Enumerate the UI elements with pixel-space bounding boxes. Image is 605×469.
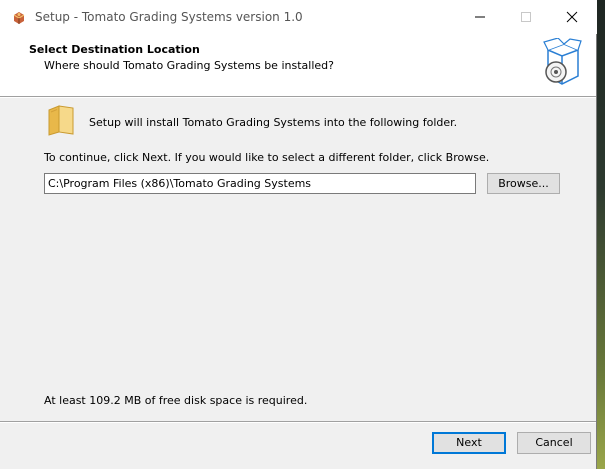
folder-icon — [47, 104, 75, 136]
next-button[interactable]: Next — [432, 432, 506, 454]
minimize-icon — [475, 16, 485, 18]
maximize-button[interactable] — [504, 0, 550, 34]
title-bar[interactable]: Setup - Tomato Grading Systems version 1… — [0, 0, 597, 34]
instruction-text: To continue, click Next. If you would li… — [44, 151, 490, 164]
browse-button[interactable]: Browse... — [487, 173, 560, 194]
setup-window: Setup - Tomato Grading Systems version 1… — [0, 0, 597, 469]
software-box-disc-icon — [542, 37, 582, 88]
disk-space-text: At least 109.2 MB of free disk space is … — [44, 394, 308, 407]
install-path-input[interactable]: C:\Program Files (x86)\Tomato Grading Sy… — [44, 173, 476, 194]
minimize-button[interactable] — [458, 0, 504, 34]
close-icon — [566, 11, 578, 23]
window-title: Setup - Tomato Grading Systems version 1… — [35, 10, 303, 24]
page-title: Select Destination Location — [29, 43, 200, 56]
wizard-header: Select Destination Location Where should… — [0, 34, 596, 96]
page-subtitle: Where should Tomato Grading Systems be i… — [44, 59, 334, 72]
cancel-button[interactable]: Cancel — [517, 432, 591, 454]
intro-text: Setup will install Tomato Grading System… — [89, 116, 458, 129]
close-button[interactable] — [550, 0, 596, 34]
desktop-background — [597, 0, 605, 469]
installer-app-icon — [11, 10, 27, 26]
maximize-icon — [521, 12, 531, 22]
